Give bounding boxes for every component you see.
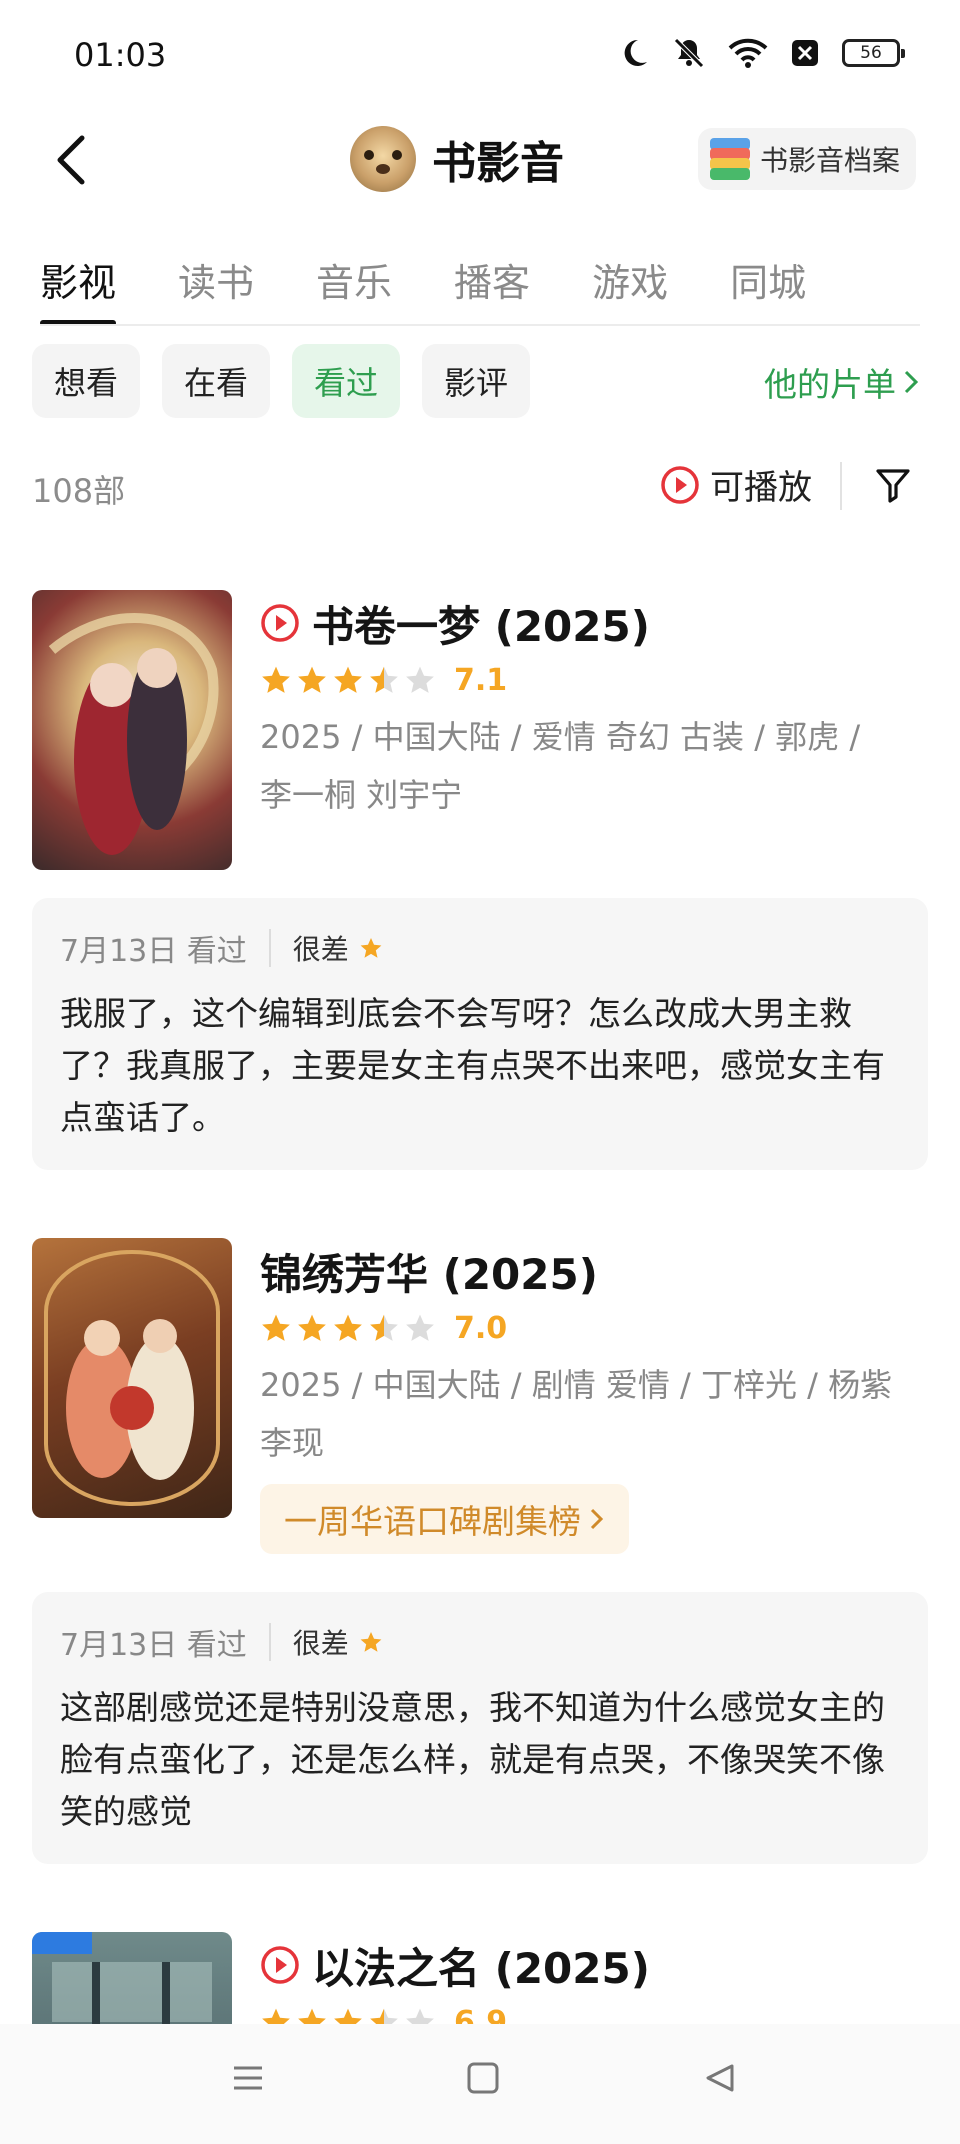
movie-meta: 2025 / 中国大陆 / 剧情 爱情 / 丁梓光 / 杨紫 李现 <box>260 1356 928 1472</box>
review-verdict: 很差 <box>292 1627 349 1660</box>
tab-film[interactable]: 影视 <box>40 240 117 324</box>
filter-icon[interactable] <box>874 466 912 504</box>
playable-label: 可播放 <box>710 468 812 508</box>
movie-meta-line: 李一桐 刘宇宁 <box>260 776 463 814</box>
his-list-link[interactable]: 他的片单 <box>764 358 920 406</box>
archive-label: 书影音档案 <box>759 144 900 177</box>
review-card[interactable]: 7月13日 看过 很差 我服了，这个编辑到底会不会写呀？怎么改成大男主救了？我真… <box>32 898 928 1170</box>
moon-icon <box>624 39 647 66</box>
review-date: 7月13日 看过 <box>60 1628 247 1663</box>
movie-card[interactable]: 以法之名 (2025) 6.9 <box>32 1932 928 2032</box>
bear-avatar-icon <box>350 126 416 192</box>
movie-meta-line: 2025 / 中国大陆 / 剧情 爱情 / 丁梓光 / 杨紫 <box>260 1366 893 1404</box>
tab-podcast[interactable]: 播客 <box>454 240 530 324</box>
tab-books[interactable]: 读书 <box>178 240 254 324</box>
star-icon <box>360 1632 382 1652</box>
play-circle-icon[interactable] <box>260 1945 300 1985</box>
star-icon <box>360 938 382 958</box>
half-star-icon <box>370 666 398 693</box>
movie-poster[interactable] <box>32 1238 232 1518</box>
star-icon <box>262 1314 290 1341</box>
review-header: 7月13日 看过 很差 <box>60 926 900 970</box>
status-bar: 01:03 56 <box>0 0 960 110</box>
rating-score: 7.0 <box>454 1310 508 1346</box>
tab-local[interactable]: 同城 <box>730 240 806 324</box>
sim-off-icon <box>792 40 818 66</box>
review-text: 这部剧感觉还是特别没意思，我不知道为什么感觉女主的脸有点蛮化了，还是怎么样，就是… <box>60 1688 885 1831</box>
chevron-right-icon <box>590 1508 604 1530</box>
review-card[interactable]: 7月13日 看过 很差 这部剧感觉还是特别没意思，我不知道为什么感觉女主的脸有点… <box>32 1592 928 1864</box>
review-verdict: 很差 <box>292 933 349 966</box>
rank-badge-label: 一周华语口碑剧集榜 <box>284 1502 581 1541</box>
status-filter-chips: 想看 在看 看过 影评 <box>32 344 531 418</box>
movie-meta-line: 李现 <box>260 1424 325 1462</box>
movie-info: 书卷一梦 (2025) 7.1 2025 / 中国大陆 / 爱情 奇幻 古装 /… <box>260 590 928 824</box>
page-title: 书影音 <box>432 138 564 189</box>
movie-title[interactable]: 书卷一梦 (2025) <box>312 593 650 654</box>
empty-star-icon <box>406 1314 434 1341</box>
movie-poster[interactable] <box>32 590 232 870</box>
movie-meta: 2025 / 中国大陆 / 爱情 奇幻 古装 / 郭虎 / 李一桐 刘宇宁 <box>260 708 928 824</box>
divider <box>268 929 271 967</box>
chip-reviews[interactable]: 影评 <box>422 344 531 418</box>
star-icon <box>334 1314 362 1341</box>
status-icons: 56 <box>618 36 905 70</box>
star-icon <box>298 1314 326 1341</box>
battery-icon: 56 <box>842 39 905 67</box>
wifi-icon <box>728 38 768 68</box>
movie-info: 锦绣芳华 (2025) 7.0 2025 / 中国大陆 / 剧情 爱情 / 丁梓… <box>260 1238 928 1554</box>
rank-badge[interactable]: 一周华语口碑剧集榜 <box>260 1484 629 1554</box>
back-triangle-icon[interactable] <box>700 2058 740 2098</box>
divider <box>840 462 842 510</box>
chevron-right-icon <box>904 370 919 394</box>
rating-row: 7.0 <box>260 1304 928 1352</box>
star-icon <box>298 666 326 693</box>
movie-title[interactable]: 以法之名 (2025) <box>312 1935 650 1996</box>
review-header: 7月13日 看过 很差 <box>60 1620 900 1664</box>
back-arrow-icon[interactable] <box>44 128 104 192</box>
divider <box>268 1623 271 1661</box>
playable-toggle[interactable]: 可播放 <box>660 460 812 509</box>
header-title-group: 书影音 <box>350 126 564 192</box>
system-nav-bar <box>0 2024 960 2144</box>
empty-star-icon <box>406 666 434 693</box>
review-text: 我服了，这个编辑到底会不会写呀？怎么改成大男主救了？我真服了，主要是女主有点哭不… <box>60 994 885 1137</box>
star-icon <box>334 666 362 693</box>
category-tabs: 影视 读书 音乐 播客 游戏 同城 ​ <box>40 240 920 326</box>
play-circle-icon <box>661 465 699 504</box>
item-count: 108部 <box>32 472 126 510</box>
movie-info: 以法之名 (2025) 6.9 <box>260 1932 928 2032</box>
app-header: 书影音 书影音档案 <box>0 110 960 210</box>
tab-games[interactable]: 游戏 <box>592 240 668 324</box>
movie-title[interactable]: 锦绣芳华 (2025) <box>260 1241 598 1302</box>
bell-muted-icon <box>674 38 704 68</box>
movie-card[interactable]: 书卷一梦 (2025) 7.1 2025 / 中国大陆 / 爱情 奇幻 古装 /… <box>32 590 928 880</box>
half-star-icon <box>370 1314 398 1341</box>
his-list-label: 他的片单 <box>764 365 896 404</box>
movie-card[interactable]: 锦绣芳华 (2025) 7.0 2025 / 中国大陆 / 剧情 爱情 / 丁梓… <box>32 1238 928 1568</box>
movie-meta-line: 2025 / 中国大陆 / 爱情 奇幻 古装 / 郭虎 / <box>260 718 861 756</box>
play-circle-icon[interactable] <box>260 603 300 643</box>
archive-stack-icon <box>709 138 750 180</box>
home-square-icon[interactable] <box>464 2058 502 2098</box>
star-icon <box>262 666 290 693</box>
menu-icon[interactable] <box>228 2058 268 2098</box>
chip-watched[interactable]: 看过 <box>292 344 401 418</box>
chip-want[interactable]: 想看 <box>32 344 141 418</box>
rating-score: 7.1 <box>454 662 508 698</box>
status-time: 01:03 <box>74 36 167 74</box>
rating-row: 7.1 <box>260 656 928 704</box>
archive-button[interactable]: 书影音档案 <box>697 128 916 190</box>
review-date: 7月13日 看过 <box>60 934 247 969</box>
movie-poster[interactable] <box>32 1932 232 2032</box>
chip-watching[interactable]: 在看 <box>162 344 271 418</box>
tab-music[interactable]: 音乐 <box>316 240 392 324</box>
